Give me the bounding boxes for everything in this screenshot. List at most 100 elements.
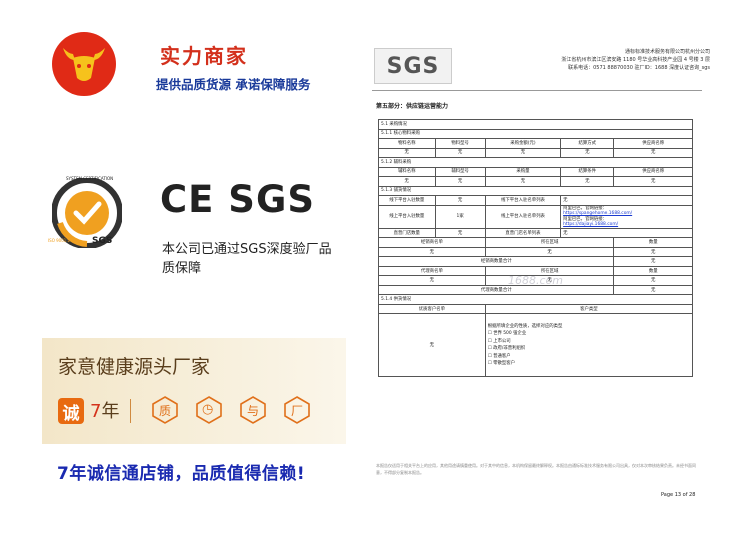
table-cell: 无 bbox=[560, 147, 615, 158]
column-header: 数量 bbox=[613, 265, 693, 277]
table-row: 5.1.1 核心物料采购 bbox=[378, 128, 693, 139]
watermark: 1688.com bbox=[508, 274, 563, 287]
company-line: 通标标准技术服务有限公司杭州分公司 bbox=[624, 49, 710, 55]
table-cell: 无 bbox=[484, 147, 562, 158]
table-row: 无 无 无 无 无 bbox=[378, 147, 693, 158]
company-line: 联系电话：0571 88870030 驻厂ID：1688 深度认证咨询_sgs bbox=[568, 65, 710, 71]
supply-chain-table: 5.1 采购情况 5.1.1 核心物料采购 物料名称 物料型号 采购金额(元) … bbox=[377, 119, 694, 378]
column-header: 采购金额(元) bbox=[484, 138, 562, 149]
column-header: 优质客户名单 bbox=[378, 303, 486, 315]
column-header: 代理商名单 bbox=[378, 265, 486, 277]
customer-type-intro: 根据所填企业的性质，选择对应的类型 bbox=[487, 323, 563, 329]
bull-head-icon bbox=[63, 48, 105, 81]
column-header: 供应商名称 bbox=[613, 138, 693, 149]
table-row: 辅料名称 辅料型号 采购量 结算条件 供应商名称 bbox=[378, 166, 693, 177]
table-cell: 无 bbox=[434, 147, 486, 158]
table-row: 直营门店数量 无 直营门店名单列表 无 bbox=[378, 227, 693, 239]
table-cell: 无 bbox=[378, 246, 486, 258]
seal-top-text: SYSTEM CERTIFICATION bbox=[66, 176, 114, 181]
table-row: 经销商数量合计 无 bbox=[377, 256, 693, 267]
table-cell: 直营门店数量 bbox=[378, 227, 436, 239]
table-cell: 无 bbox=[560, 195, 693, 206]
divider bbox=[130, 399, 131, 423]
table-cell: 1家 bbox=[434, 204, 486, 229]
customer-type-option[interactable]: ☐ 政府/非营利组织 bbox=[488, 345, 690, 353]
table-cell: 代理商数量合计 bbox=[377, 284, 615, 296]
clock-glyph: ◷ bbox=[202, 402, 214, 417]
table-row: 无 根据所填企业的性质，选择对应的类型 ☐ 世界 500 强企业 ☐ 上市公司 … bbox=[378, 313, 694, 378]
table-cell: 无 bbox=[378, 147, 436, 158]
page-title: 实力商家 bbox=[160, 44, 248, 68]
years-label: 7年 bbox=[90, 397, 119, 423]
table-cell: 无 bbox=[434, 176, 486, 187]
clock-icon: ◷ bbox=[196, 396, 222, 428]
years-number: 7 bbox=[90, 401, 102, 422]
bull-logo bbox=[52, 32, 116, 96]
customer-type-option[interactable]: ☐ 世界 500 强企业 bbox=[488, 330, 690, 338]
column-header: 采购量 bbox=[484, 166, 562, 177]
subsection-title: 5.1.2 辅料采购 bbox=[378, 157, 693, 168]
table-cell: 无 bbox=[613, 256, 693, 267]
factory-icon: 厂 bbox=[284, 396, 310, 428]
table-cell: 阿里巴巴，官网链接： https://spangehome.1688.com/ … bbox=[560, 204, 693, 229]
seal-bottom-text: ISO 9001:2000 bbox=[48, 238, 78, 243]
customer-type-cell: 根据所填企业的性质，选择对应的类型 ☐ 世界 500 强企业 ☐ 上市公司 ☐ … bbox=[484, 313, 694, 378]
page-subtitle: 提供品质货源 承诺保障服务 bbox=[156, 77, 311, 92]
table-row: 优质客户名单 客户类型 bbox=[378, 303, 694, 315]
column-header: 客户类型 bbox=[484, 303, 694, 315]
report-section-title: 第五部分：供应链运营能力 bbox=[376, 103, 449, 110]
table-row: 线下平台入驻数量 无 线下平台入驻名单列表 无 bbox=[378, 195, 693, 206]
table-row: 经销商名单 所在区域 数量 bbox=[378, 237, 693, 248]
table-cell: 无 bbox=[484, 246, 615, 258]
table-cell: 无 bbox=[560, 227, 693, 239]
table-row: 5.1.3 铺货情况 bbox=[378, 185, 693, 196]
table-cell: 无 bbox=[378, 176, 436, 187]
customer-type-option[interactable]: ☐ 上市公司 bbox=[488, 338, 690, 346]
table-cell: 无 bbox=[484, 176, 562, 187]
table-cell: 无 bbox=[613, 284, 693, 296]
factory-panel-title: 家意健康源头厂家 bbox=[58, 356, 211, 378]
table-cell: 无 bbox=[434, 227, 486, 239]
column-header: 物料型号 bbox=[434, 138, 486, 149]
subsection-title: 5.1.3 铺货情况 bbox=[378, 185, 693, 196]
bottom-slogan: 7年诚信通店铺，品质值得信赖! bbox=[57, 464, 306, 484]
table-cell: 无 bbox=[378, 313, 486, 378]
integrity-badge: 诚 bbox=[58, 398, 84, 424]
table-cell: 线下平台入驻名单列表 bbox=[484, 195, 562, 206]
customer-type-option[interactable]: ☐ 零散型客户 bbox=[488, 360, 690, 368]
table-row: 5.1.2 辅料采购 bbox=[378, 157, 693, 168]
table-row: 5.1.4 供货情况 bbox=[378, 294, 693, 305]
table-cell: 经销商数量合计 bbox=[377, 256, 615, 267]
quality-icon: 质 bbox=[152, 396, 178, 428]
table-cell: 无 bbox=[434, 195, 486, 206]
column-header: 经销商名单 bbox=[378, 237, 486, 248]
page-number: Page 13 of 28 bbox=[661, 492, 696, 498]
column-header: 所在区域 bbox=[484, 237, 615, 248]
sgs-logo: SGS bbox=[374, 48, 452, 84]
column-header: 辅料名称 bbox=[378, 166, 436, 177]
table-cell: 无 bbox=[613, 147, 693, 158]
years-unit: 年 bbox=[101, 401, 120, 422]
company-line: 浙江省杭州市滨江区滨安路 1180 号华业高科技产业园 4 号楼 3 层 bbox=[561, 57, 710, 63]
header-rule bbox=[372, 90, 702, 91]
table-cell: 无 bbox=[378, 275, 486, 286]
table-row: 5.1 采购情况 bbox=[378, 119, 693, 130]
table-cell: 线下平台入驻数量 bbox=[378, 195, 436, 206]
customer-type-option[interactable]: ☐ 普通客户 bbox=[488, 353, 690, 361]
store-link[interactable]: https://dajiayi.1688.com/ bbox=[563, 222, 690, 227]
column-header: 辅料型号 bbox=[434, 166, 486, 177]
factory-glyph: 厂 bbox=[291, 404, 304, 418]
table-cell: 无 bbox=[613, 275, 693, 286]
report-footer: 本报告仅适用于相关平台上的应用，其他用途请慎重使用。对于其中的信息，本机构保留最… bbox=[376, 463, 696, 475]
ce-sgs-marks: CE SGS bbox=[160, 178, 315, 221]
quality-glyph: 质 bbox=[159, 404, 172, 418]
column-header: 供应商名称 bbox=[613, 166, 693, 177]
table-row: 物料名称 物料型号 采购金额(元) 结算方式 供应商名称 bbox=[378, 138, 693, 149]
table-cell: 无 bbox=[613, 176, 693, 187]
column-header: 物料名称 bbox=[378, 138, 436, 149]
column-header: 结算方式 bbox=[560, 138, 615, 149]
return-icon: 与 bbox=[240, 396, 266, 428]
table-cell: 无 bbox=[560, 176, 615, 187]
seal-brand: SGS bbox=[92, 236, 113, 246]
certification-statement: 本公司已通过SGS深度验厂品质保障 bbox=[162, 242, 332, 276]
